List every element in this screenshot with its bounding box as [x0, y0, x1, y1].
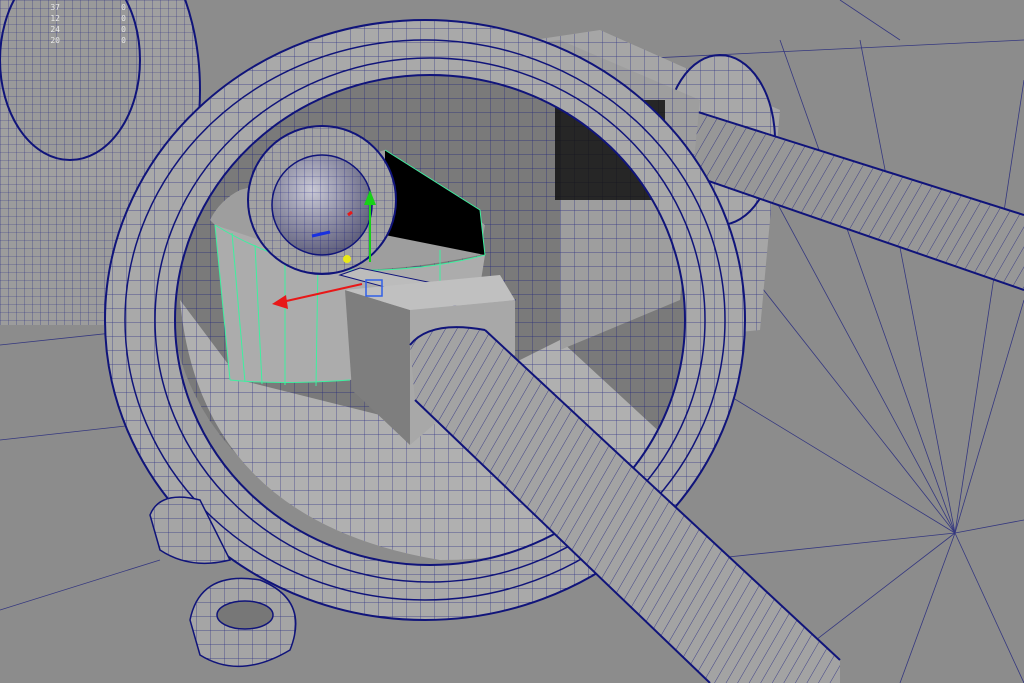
hud-value: 0: [121, 14, 126, 23]
hud-label: 12: [50, 14, 60, 23]
poly-count-hud: 37 0 12 0 24 0 20 0: [8, 2, 126, 46]
hud-value: 0: [121, 3, 126, 12]
hud-row: 20 0: [8, 35, 126, 46]
3d-viewport[interactable]: 37 0 12 0 24 0 20 0: [0, 0, 1024, 683]
hud-row: 37 0: [8, 2, 126, 13]
viewport-scene[interactable]: [0, 0, 1024, 683]
hud-value: 0: [121, 25, 126, 34]
hud-label: 24: [50, 25, 60, 34]
hud-value: 0: [121, 36, 126, 45]
hud-row: 24 0: [8, 24, 126, 35]
hud-row: 12 0: [8, 13, 126, 24]
hud-label: 20: [50, 36, 60, 45]
hud-label: 37: [50, 3, 60, 12]
